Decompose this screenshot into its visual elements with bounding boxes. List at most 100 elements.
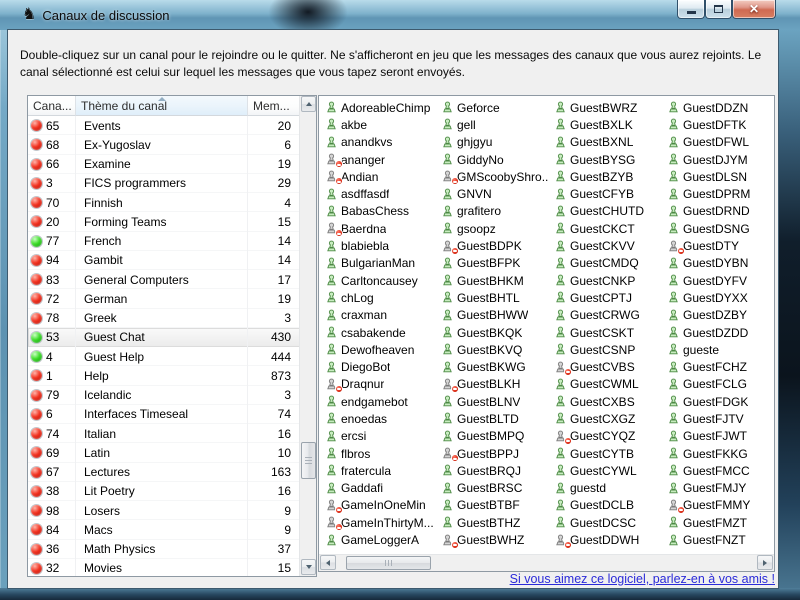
user-item[interactable]: GuestFCHZ bbox=[665, 358, 775, 375]
user-item[interactable]: GuestBLKH bbox=[439, 376, 552, 393]
user-item[interactable]: GuestDFWL bbox=[665, 134, 775, 151]
user-item[interactable]: GuestCVBS bbox=[552, 358, 665, 375]
user-item[interactable]: GuestCFYB bbox=[552, 185, 665, 202]
user-item[interactable]: GuestBRSC bbox=[439, 480, 552, 497]
user-item[interactable]: GuestFMZT bbox=[665, 514, 775, 531]
user-item[interactable]: GuestDDWH bbox=[552, 531, 665, 548]
scroll-left-button[interactable] bbox=[320, 555, 336, 570]
user-item[interactable]: GuestDCSC bbox=[552, 514, 665, 531]
user-item[interactable]: gsoopz bbox=[439, 220, 552, 237]
user-item[interactable]: GuestDYFV bbox=[665, 272, 775, 289]
user-item[interactable]: Baerdna bbox=[323, 220, 436, 237]
channel-vertical-scrollbar[interactable] bbox=[299, 96, 316, 576]
user-item[interactable]: GuestBMPQ bbox=[439, 428, 552, 445]
user-item[interactable]: ercsi bbox=[323, 428, 436, 445]
user-item[interactable]: GuestDPRM bbox=[665, 185, 775, 202]
user-item[interactable]: GuestCKVV bbox=[552, 237, 665, 254]
user-item[interactable]: GuestCSKT bbox=[552, 324, 665, 341]
channel-row[interactable]: 67Lectures163 bbox=[28, 463, 316, 482]
user-item[interactable]: GameLoggerA bbox=[323, 531, 436, 548]
user-item[interactable]: GuestDFTK bbox=[665, 116, 775, 133]
user-item[interactable]: GuestBKWG bbox=[439, 358, 552, 375]
user-item[interactable]: GuestCKCT bbox=[552, 220, 665, 237]
user-item[interactable]: GuestDLSN bbox=[665, 168, 775, 185]
user-item[interactable]: GuestCPTJ bbox=[552, 289, 665, 306]
user-item[interactable]: GuestFDGK bbox=[665, 393, 775, 410]
channel-row[interactable]: 32Movies15 bbox=[28, 559, 316, 577]
user-item[interactable]: guestd bbox=[552, 480, 665, 497]
user-item[interactable]: grafitero bbox=[439, 203, 552, 220]
user-item[interactable]: GuestBTHZ bbox=[439, 514, 552, 531]
channel-row[interactable]: 72German19 bbox=[28, 289, 316, 308]
user-item[interactable]: enoedas bbox=[323, 410, 436, 427]
channel-row[interactable]: 3FICS programmers29 bbox=[28, 174, 316, 193]
channel-row[interactable]: 78Greek3 bbox=[28, 309, 316, 328]
user-item[interactable]: BabasChess bbox=[323, 203, 436, 220]
channel-row[interactable]: 74Italian16 bbox=[28, 424, 316, 443]
user-item[interactable]: GuestBFPK bbox=[439, 255, 552, 272]
user-item[interactable]: GuestCYWL bbox=[552, 462, 665, 479]
user-item[interactable]: GuestCYTB bbox=[552, 445, 665, 462]
channel-row[interactable]: 4Guest Help444 bbox=[28, 347, 316, 366]
user-item[interactable]: GuestDJYM bbox=[665, 151, 775, 168]
user-item[interactable]: GuestDDZN bbox=[665, 99, 775, 116]
user-item[interactable]: GuestBDPK bbox=[439, 237, 552, 254]
user-item[interactable]: GuestFMCC bbox=[665, 462, 775, 479]
channel-row[interactable]: 20Forming Teams15 bbox=[28, 212, 316, 231]
user-item[interactable]: blabiebla bbox=[323, 237, 436, 254]
user-item[interactable]: GuestFJWT bbox=[665, 428, 775, 445]
user-item[interactable]: GuestFJTV bbox=[665, 410, 775, 427]
user-item[interactable]: DiegoBot bbox=[323, 358, 436, 375]
user-item[interactable]: GuestDCLB bbox=[552, 497, 665, 514]
user-horizontal-scrollbar[interactable] bbox=[319, 554, 774, 571]
user-item[interactable]: gell bbox=[439, 116, 552, 133]
user-item[interactable]: GuestDRND bbox=[665, 203, 775, 220]
user-item[interactable]: AdoreableChimp bbox=[323, 99, 436, 116]
user-item[interactable]: Gaddafi bbox=[323, 480, 436, 497]
user-item[interactable]: GiddyNo bbox=[439, 151, 552, 168]
header-theme[interactable]: Thème du canal bbox=[76, 96, 248, 116]
user-item[interactable]: GuestBKQK bbox=[439, 324, 552, 341]
user-item[interactable]: GuestDTY bbox=[665, 237, 775, 254]
close-button[interactable]: ✕ bbox=[732, 0, 776, 19]
user-item[interactable]: GuestDZBY bbox=[665, 307, 775, 324]
channel-row[interactable]: 94Gambit14 bbox=[28, 251, 316, 270]
user-item[interactable]: GuestBLNV bbox=[439, 393, 552, 410]
user-item[interactable]: chLog bbox=[323, 289, 436, 306]
user-item[interactable]: GameInOneMin bbox=[323, 497, 436, 514]
user-item[interactable]: GuestBTBF bbox=[439, 497, 552, 514]
user-item[interactable]: anandkvs bbox=[323, 134, 436, 151]
scroll-up-button[interactable] bbox=[301, 96, 316, 112]
user-item[interactable]: GuestBPPJ bbox=[439, 445, 552, 462]
channel-row[interactable]: 77French14 bbox=[28, 232, 316, 251]
user-item[interactable]: GuestBXNL bbox=[552, 134, 665, 151]
user-item[interactable]: GuestCXBS bbox=[552, 393, 665, 410]
channel-row[interactable]: 68Ex-Yugoslav6 bbox=[28, 135, 316, 154]
user-item[interactable]: GuestBLTD bbox=[439, 410, 552, 427]
user-item[interactable]: GuestDSNG bbox=[665, 220, 775, 237]
channel-row[interactable]: 38Lit Poetry16 bbox=[28, 482, 316, 501]
user-item[interactable]: GuestCYQZ bbox=[552, 428, 665, 445]
user-item[interactable]: endgamebot bbox=[323, 393, 436, 410]
channel-row[interactable]: 66Examine19 bbox=[28, 155, 316, 174]
channel-row[interactable]: 83General Computers17 bbox=[28, 270, 316, 289]
user-item[interactable]: GMScoobyShro... bbox=[439, 168, 552, 185]
user-item[interactable]: GuestCHUTD bbox=[552, 203, 665, 220]
user-item[interactable]: gueste bbox=[665, 341, 775, 358]
maximize-button[interactable] bbox=[705, 0, 732, 19]
header-channel[interactable]: Cana... bbox=[28, 96, 76, 116]
channel-row[interactable]: 36Math Physics37 bbox=[28, 540, 316, 559]
user-item[interactable]: Draqnur bbox=[323, 376, 436, 393]
user-item[interactable]: Geforce bbox=[439, 99, 552, 116]
channel-row[interactable]: 79Icelandic3 bbox=[28, 386, 316, 405]
user-item[interactable]: ghjgyu bbox=[439, 134, 552, 151]
user-item[interactable]: GuestBYSG bbox=[552, 151, 665, 168]
user-item[interactable]: fratercula bbox=[323, 462, 436, 479]
channel-row[interactable]: 84Macs9 bbox=[28, 520, 316, 539]
user-item[interactable]: GuestCNKP bbox=[552, 272, 665, 289]
user-item[interactable]: GuestBXLK bbox=[552, 116, 665, 133]
channel-row[interactable]: 1Help873 bbox=[28, 366, 316, 385]
user-item[interactable]: GuestFMMY bbox=[665, 497, 775, 514]
user-item[interactable]: GuestCRWG bbox=[552, 307, 665, 324]
header-members[interactable]: Mem... bbox=[248, 96, 299, 116]
